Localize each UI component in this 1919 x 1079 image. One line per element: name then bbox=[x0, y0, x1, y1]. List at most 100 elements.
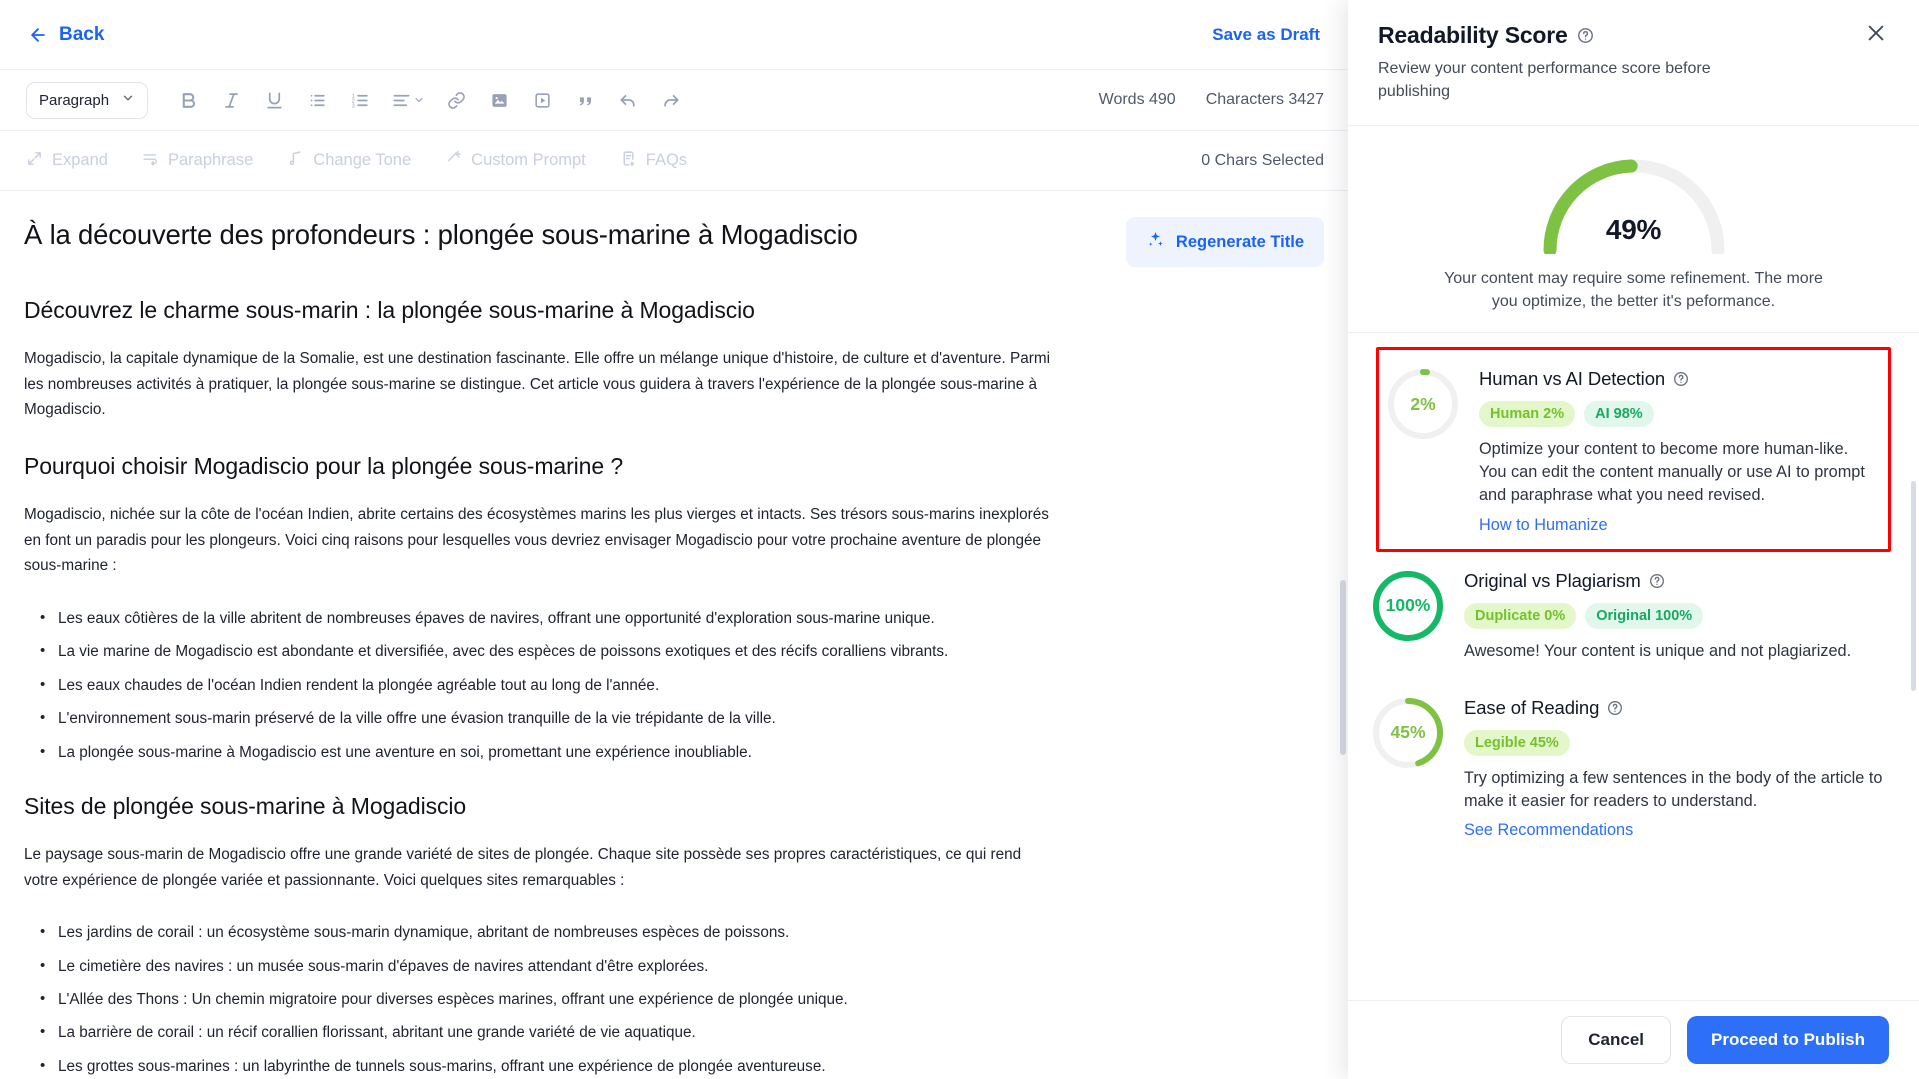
link-icon[interactable] bbox=[441, 85, 471, 115]
metric-description: Try optimizing a few sentences in the bo… bbox=[1464, 768, 1883, 810]
redo-icon[interactable] bbox=[656, 85, 686, 115]
regenerate-title-button[interactable]: Regenerate Title bbox=[1125, 217, 1324, 267]
chars-selected-status: 0 Chars Selected bbox=[1201, 151, 1324, 169]
list-item: Les grottes sous-marines : un labyrinthe… bbox=[24, 1056, 1324, 1077]
close-icon[interactable] bbox=[1863, 20, 1889, 46]
panel-header: Readability Score Review your content pe… bbox=[1348, 0, 1919, 127]
metric-title: Ease of Reading bbox=[1464, 696, 1600, 718]
svg-text:3: 3 bbox=[351, 103, 354, 109]
panel-body: 49% Your content may require some refine… bbox=[1348, 126, 1919, 1000]
expand-button[interactable]: Expand bbox=[26, 150, 108, 172]
metric-description: Optimize your content to become more hum… bbox=[1479, 440, 1865, 505]
change-tone-label: Change Tone bbox=[313, 151, 412, 169]
section-bullet-list: Les jardins de corail : un écosystème so… bbox=[24, 922, 1324, 1077]
toolbar-icon-group: 123 bbox=[173, 85, 686, 115]
editor-pane: Back Save as Draft Paragraph 1 2 3 Words… bbox=[0, 0, 1348, 1079]
ai-tools-toolbar: Expand Paraphrase Change Tone Custom Pro… bbox=[0, 131, 1348, 191]
proceed-to-publish-button[interactable]: Proceed to Publish bbox=[1687, 1016, 1889, 1064]
list-item: La vie marine de Mogadiscio est abondant… bbox=[24, 641, 1324, 662]
word-count: Words 490 bbox=[1098, 91, 1176, 108]
block-format-value: Paragraph bbox=[39, 91, 110, 109]
section-heading: Sites de plongée sous-marine à Mogadisci… bbox=[24, 792, 467, 819]
panel-title-row: Readability Score bbox=[1378, 22, 1889, 49]
list-item: La plongée sous-marine à Mogadiscio est … bbox=[24, 741, 1324, 763]
help-circle-icon[interactable] bbox=[1607, 700, 1623, 716]
video-icon[interactable] bbox=[527, 85, 557, 115]
metric-title-row: Ease of Reading bbox=[1464, 697, 1889, 719]
metric-human-vs-ai-detection[interactable]: 2% Human vs AI Detection Human 2% AI 98% bbox=[1376, 347, 1891, 552]
block-format-select[interactable]: Paragraph bbox=[26, 81, 148, 119]
paraphrase-label: Paraphrase bbox=[167, 151, 254, 169]
panel-title: Readability Score bbox=[1378, 22, 1568, 48]
section-paragraph: Mogadiscio, nichée sur la côte de l'océa… bbox=[24, 506, 1049, 575]
status-badge: AI 98% bbox=[1584, 401, 1654, 428]
metric-title: Human vs AI Detection bbox=[1479, 368, 1666, 390]
list-item: Les jardins de corail : un écosystème so… bbox=[24, 922, 1324, 943]
editor-scrollbar[interactable] bbox=[1340, 580, 1346, 755]
bold-icon[interactable] bbox=[173, 85, 203, 115]
back-button[interactable]: Back bbox=[28, 24, 104, 46]
help-circle-icon[interactable] bbox=[1577, 27, 1594, 44]
document-body[interactable]: À la découverte des profondeurs : plongé… bbox=[0, 191, 1348, 1077]
app-root: Back Save as Draft Paragraph 1 2 3 Words… bbox=[0, 0, 1919, 1079]
paraphrase-button[interactable]: Paraphrase bbox=[142, 150, 253, 172]
save-as-draft-button[interactable]: Save as Draft bbox=[1212, 25, 1320, 45]
regenerate-title-label: Regenerate Title bbox=[1175, 232, 1304, 251]
align-left-icon[interactable] bbox=[388, 85, 428, 115]
faq-document-icon bbox=[620, 150, 637, 172]
editor-topbar: Back Save as Draft bbox=[0, 0, 1348, 69]
italic-icon[interactable] bbox=[216, 85, 246, 115]
metric-pills: Legible 45% bbox=[1464, 729, 1889, 756]
sparkle-icon bbox=[1146, 230, 1165, 254]
magic-wand-icon bbox=[445, 150, 462, 172]
music-note-icon bbox=[287, 150, 304, 172]
change-tone-button[interactable]: Change Tone bbox=[287, 150, 411, 172]
list-item: Les eaux côtières de la ville abritent d… bbox=[24, 608, 1324, 629]
format-toolbar: Paragraph 123 Words 490 Characters 3427 bbox=[0, 69, 1348, 131]
image-icon[interactable] bbox=[484, 85, 514, 115]
section-paragraph: Le paysage sous-marin de Mogadiscio offr… bbox=[24, 845, 1022, 889]
metric-content: Original vs Plagiarism Duplicate 0% Orig… bbox=[1464, 568, 1889, 663]
overall-score-value: 49% bbox=[1605, 214, 1662, 246]
help-circle-icon[interactable] bbox=[1673, 371, 1689, 387]
list-item: Les eaux chaudes de l'océan Indien rende… bbox=[24, 675, 1324, 696]
metric-content: Ease of Reading Legible 45% Try optimizi… bbox=[1464, 695, 1889, 840]
status-badge: Duplicate 0% bbox=[1464, 602, 1577, 629]
custom-prompt-button[interactable]: Custom Prompt bbox=[445, 150, 586, 172]
metric-ring: 45% bbox=[1370, 695, 1446, 771]
list-item: La barrière de corail : un récif coralli… bbox=[24, 1022, 1324, 1043]
metric-original-vs-plagiarism[interactable]: 100% Original vs Plagiarism Duplicate 0%… bbox=[1348, 552, 1919, 679]
metric-title-row: Human vs AI Detection bbox=[1479, 368, 1876, 390]
metric-ring-value: 45% bbox=[1390, 722, 1426, 743]
underline-icon[interactable] bbox=[259, 85, 289, 115]
character-count: Characters 3427 bbox=[1205, 91, 1324, 108]
blockquote-icon[interactable] bbox=[570, 85, 600, 115]
list-item: L'environnement sous-marin préservé de l… bbox=[24, 708, 1324, 729]
page-title: À la découverte des profondeurs : plongé… bbox=[24, 219, 858, 250]
numbered-list-icon[interactable]: 123 bbox=[345, 85, 375, 115]
metric-ease-of-reading[interactable]: 45% Ease of Reading Legible 45% Try opti… bbox=[1348, 679, 1919, 856]
help-circle-icon[interactable] bbox=[1649, 573, 1665, 589]
paraphrase-icon bbox=[142, 150, 159, 172]
chevron-down-icon bbox=[121, 91, 135, 109]
status-badge: Legible 45% bbox=[1464, 729, 1570, 756]
bullet-list-icon[interactable] bbox=[302, 85, 332, 115]
expand-label: Expand bbox=[52, 151, 108, 169]
panel-footer: Cancel Proceed to Publish bbox=[1348, 1000, 1919, 1079]
section-heading: Découvrez le charme sous-marin : la plon… bbox=[24, 297, 755, 323]
metric-ring: 100% bbox=[1370, 568, 1446, 644]
status-badge: Human 2% bbox=[1479, 401, 1576, 428]
faqs-button[interactable]: FAQs bbox=[620, 150, 687, 172]
how-to-humanize-link[interactable]: How to Humanize bbox=[1479, 516, 1608, 535]
section-heading: Pourquoi choisir Mogadiscio pour la plon… bbox=[24, 453, 624, 480]
readability-score-panel: Readability Score Review your content pe… bbox=[1348, 0, 1919, 1079]
metrics-list: 2% Human vs AI Detection Human 2% AI 98% bbox=[1348, 347, 1919, 856]
editor-counters: Words 490 Characters 3427 bbox=[1099, 91, 1324, 109]
see-recommendations-link[interactable]: See Recommendations bbox=[1464, 821, 1633, 840]
overall-score-gauge: 49% bbox=[1534, 150, 1734, 257]
undo-icon[interactable] bbox=[613, 85, 643, 115]
metric-content: Human vs AI Detection Human 2% AI 98% Op… bbox=[1479, 366, 1876, 534]
back-label: Back bbox=[59, 23, 105, 45]
cancel-button[interactable]: Cancel bbox=[1561, 1016, 1672, 1064]
panel-scrollbar[interactable] bbox=[1911, 481, 1916, 692]
